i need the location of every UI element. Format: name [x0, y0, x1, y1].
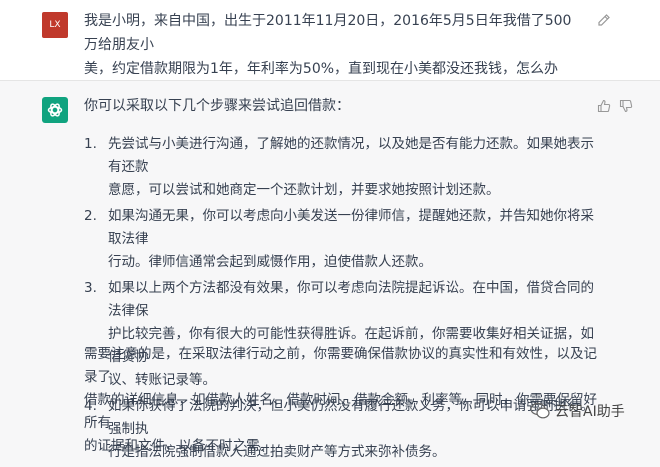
- step-text-line: 先尝试与小美进行沟通，了解她的还款情况，以及她是否有能力还款。如果她表示有还款: [108, 136, 594, 175]
- assistant-note: 需要注意的是，在采取法律行动之前，你需要确保借款协议的真实性和有效性，以及记录了…: [84, 343, 604, 458]
- user-message: 我是小明，来自中国，出生于2011年11月20日，2016年5月5日年我借了50…: [84, 9, 584, 81]
- step-number: 2.: [84, 208, 97, 224]
- step-text-line: 意愿，可以尝试和她商定一个还款计划，并要求她按照计划还款。: [108, 182, 500, 198]
- chatgpt-logo-icon: [42, 97, 68, 123]
- step-text-line: 如果以上两个方法都没有效果，你可以考虑向法院提起诉讼。在中国，借贷合同的法律保: [108, 280, 594, 319]
- user-message-line: 美，约定借款期限为1年，年利率为50%，直到现在小美都没还我钱，怎么办: [84, 61, 559, 77]
- note-line: 借款的详细信息，如借款人姓名、借款时间、借款金额、利率等。同时，你需要保留好所有: [84, 392, 597, 431]
- list-item: 1. 先尝试与小美进行沟通，了解她的还款情况，以及她是否有能力还款。如果她表示有…: [84, 133, 594, 202]
- assistant-message-row: 你可以采取以下几个步骤来尝试追回借款： 1. 先尝试与小美进行沟通，了解她的还款…: [0, 81, 660, 460]
- step-text-line: 行动。律师信通常会起到威慑作用，迫使借款人还款。: [108, 254, 432, 270]
- step-text-line: 如果沟通无果，你可以考虑向小美发送一份律师信，提醒她还款，并告知她你将采取法律: [108, 208, 594, 247]
- user-message-line: 我是小明，来自中国，出生于2011年11月20日，2016年5月5日年我借了50…: [84, 13, 572, 53]
- step-number: 3.: [84, 280, 97, 296]
- step-number: 1.: [84, 136, 97, 152]
- wechat-icon: [530, 402, 550, 419]
- user-message-row: LX 我是小明，来自中国，出生于2011年11月20日，2016年5月5日年我借…: [0, 0, 660, 81]
- watermark: 云智AI助手: [530, 399, 625, 423]
- note-line: 的证据和文件，以备不时之需。: [84, 438, 273, 454]
- watermark-text: 云智AI助手: [555, 404, 625, 420]
- user-avatar: LX: [42, 12, 68, 38]
- thumbs-down-icon[interactable]: [619, 99, 633, 113]
- assistant-intro: 你可以采取以下几个步骤来尝试追回借款：: [84, 98, 350, 114]
- edit-icon[interactable]: [597, 13, 611, 27]
- note-line: 需要注意的是，在采取法律行动之前，你需要确保借款协议的真实性和有效性，以及记录了: [84, 346, 597, 385]
- list-item: 2. 如果沟通无果，你可以考虑向小美发送一份律师信，提醒她还款，并告知她你将采取…: [84, 205, 594, 274]
